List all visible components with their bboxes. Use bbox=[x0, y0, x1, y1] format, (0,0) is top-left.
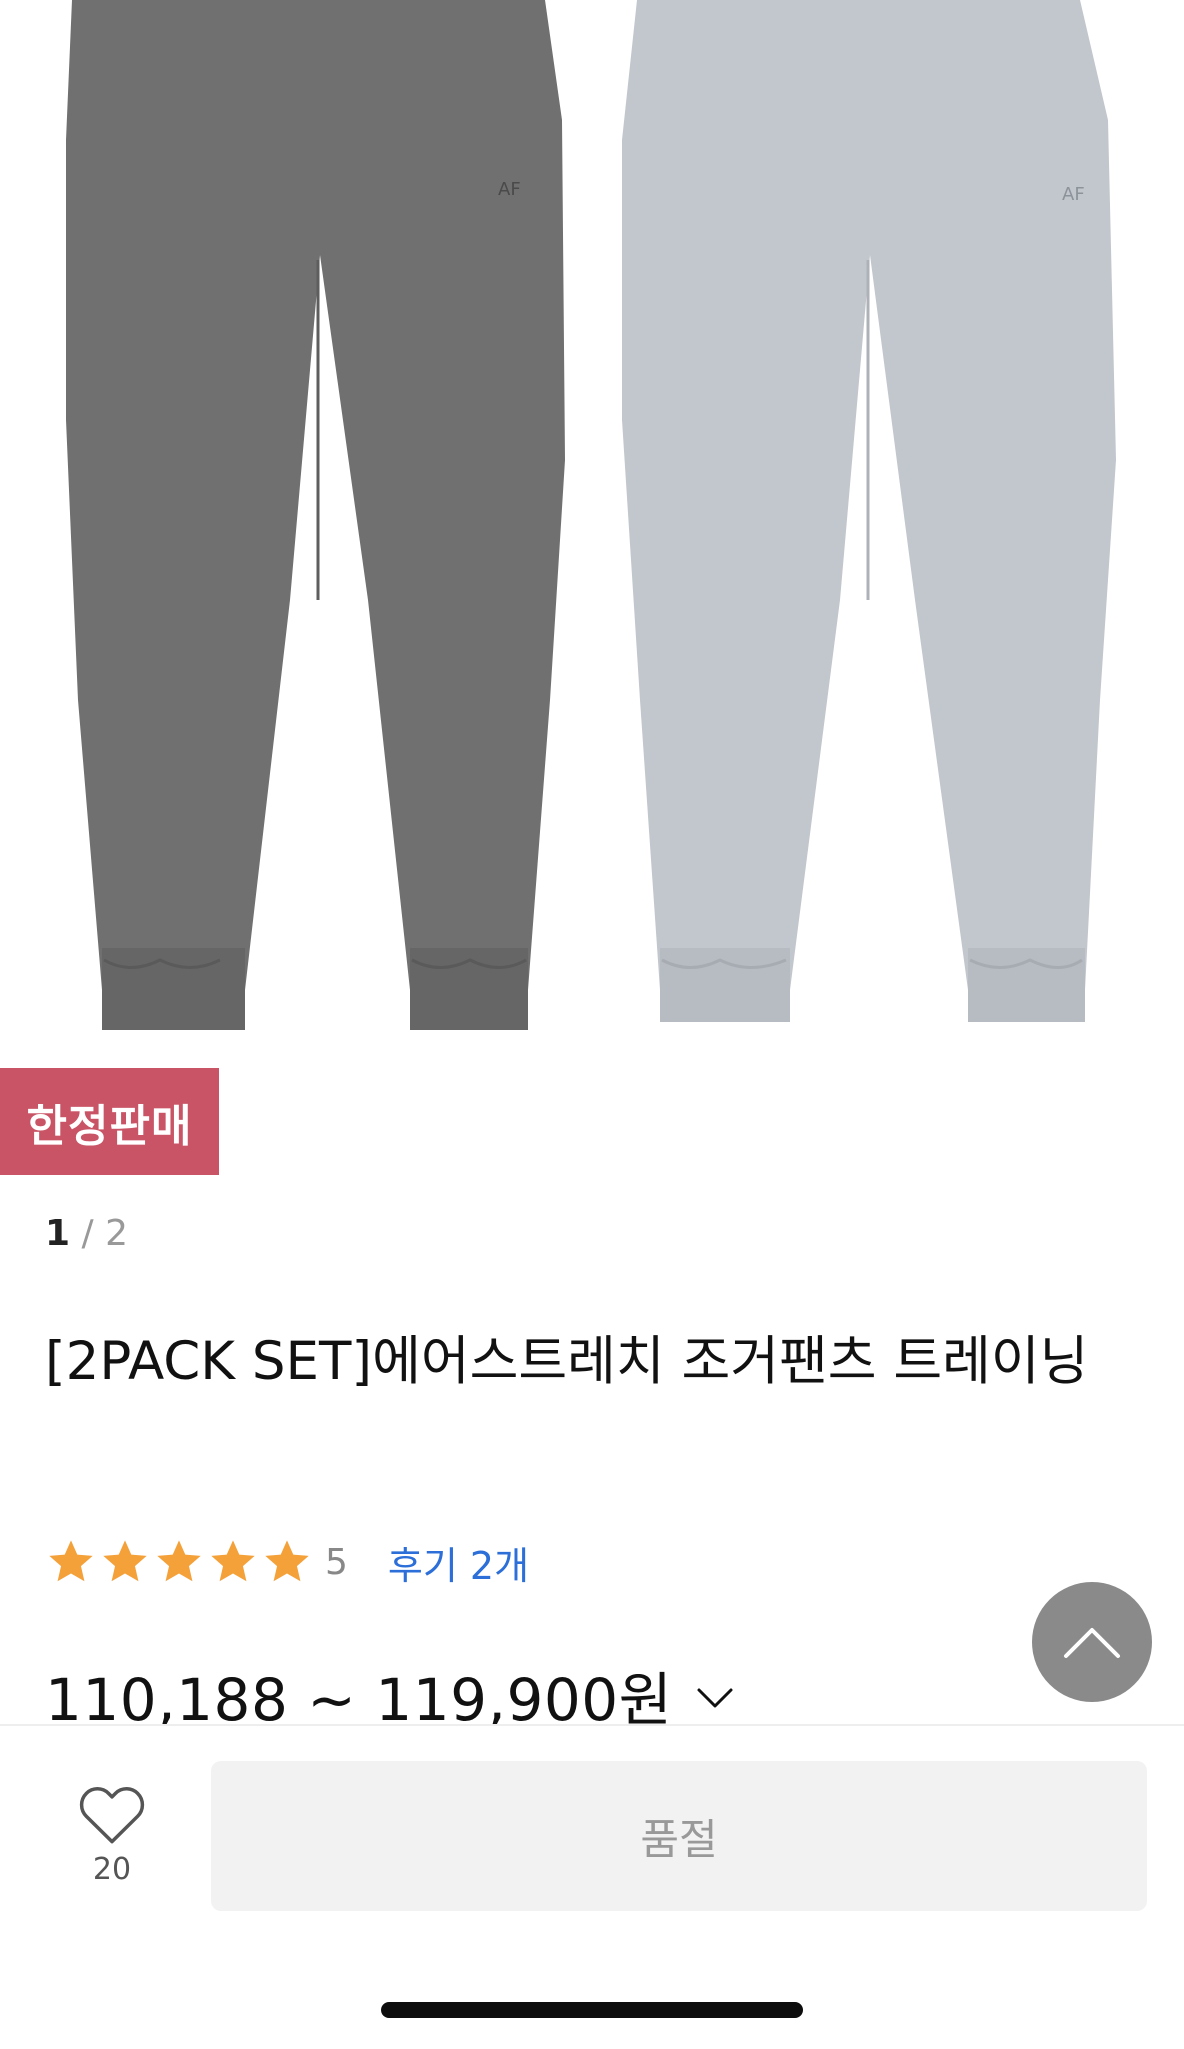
star-icon bbox=[49, 1540, 93, 1582]
price-range: 110,188 ~ 119,900원 bbox=[45, 1666, 673, 1726]
pager-separator: / bbox=[81, 1213, 94, 1254]
rating-row: 5 후기 2개 bbox=[45, 1532, 529, 1592]
reviews-link[interactable]: 후기 2개 bbox=[388, 1535, 529, 1590]
star-icon bbox=[157, 1540, 201, 1582]
star-icon bbox=[211, 1540, 255, 1582]
product-title: [2PACK SET]에어스트레치 조거팬츠 트레이닝 bbox=[45, 1331, 1089, 1392]
price-row[interactable]: 110,188 ~ 119,900원 bbox=[45, 1660, 735, 1726]
image-pager: 1 / 2 bbox=[45, 1213, 128, 1254]
wishlist-button[interactable]: 20 bbox=[72, 1782, 152, 1887]
pager-current: 1 bbox=[45, 1213, 71, 1254]
star-icon bbox=[103, 1540, 147, 1582]
limited-sale-badge: 한정판매 bbox=[0, 1068, 219, 1175]
bottom-action-bar: 20 품절 bbox=[0, 1724, 1184, 2049]
wishlist-count: 20 bbox=[92, 1852, 132, 1887]
svg-text:AF: AF bbox=[1062, 184, 1085, 205]
svg-text:AF: AF bbox=[498, 179, 521, 200]
dark-grey-pants-image: AF bbox=[66, 0, 565, 1030]
scroll-to-top-button[interactable] bbox=[1032, 1582, 1152, 1702]
product-image[interactable]: AF AF bbox=[0, 0, 1184, 1065]
chevron-down-icon[interactable] bbox=[695, 1686, 735, 1710]
home-indicator bbox=[381, 2002, 803, 2018]
rating-score: 5 bbox=[325, 1541, 348, 1583]
pager-total: 2 bbox=[105, 1213, 129, 1254]
chevron-up-icon bbox=[1064, 1628, 1120, 1658]
star-icon bbox=[265, 1540, 309, 1582]
heart-icon bbox=[79, 1787, 145, 1844]
rating-stars bbox=[45, 1536, 313, 1588]
light-grey-pants-image: AF bbox=[622, 0, 1116, 1022]
sold-out-button[interactable]: 품절 bbox=[211, 1761, 1147, 1911]
